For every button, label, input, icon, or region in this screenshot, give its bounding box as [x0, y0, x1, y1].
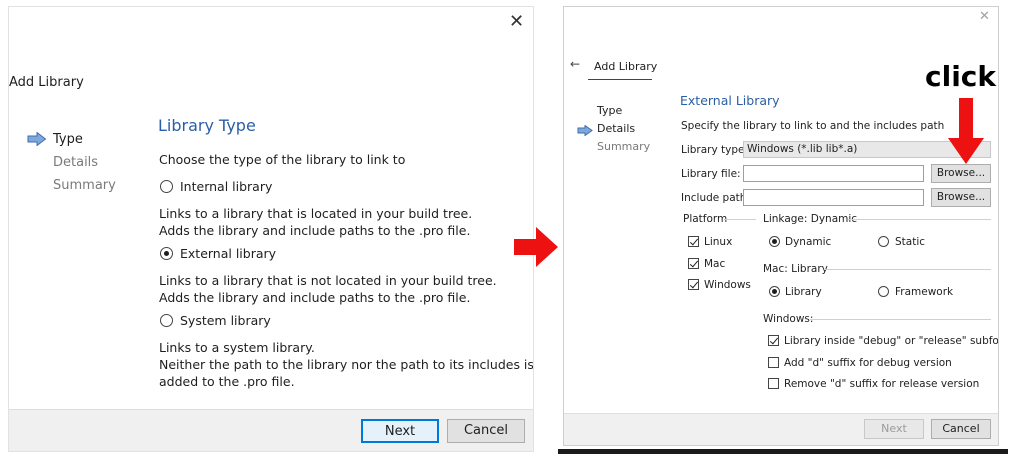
system-library-radio[interactable] — [160, 314, 173, 327]
next-button[interactable]: Next — [361, 419, 439, 443]
windows-group-label: Windows: — [763, 313, 814, 325]
cancel-button[interactable]: Cancel — [931, 419, 991, 439]
system-desc-line-1: Links to a system library. — [159, 340, 315, 355]
cancel-button[interactable]: Cancel — [447, 419, 525, 443]
platform-group-line — [724, 219, 756, 220]
title-underline — [588, 79, 652, 80]
system-library-label[interactable]: System library — [180, 313, 271, 328]
linkage-group-label: Linkage: Dynamic — [763, 213, 858, 225]
dialog-title: Add Library — [9, 75, 84, 90]
page-heading: Library Type — [158, 116, 256, 135]
mac-label[interactable]: Mac — [704, 258, 725, 270]
type-prompt: Choose the type of the library to link t… — [159, 152, 406, 167]
mac-checkbox[interactable] — [688, 258, 699, 269]
windows-group-line — [810, 319, 991, 320]
step-type: Type — [53, 132, 83, 147]
library-file-browse-button[interactable]: Browse... — [931, 164, 991, 183]
linkage-group-line — [848, 219, 991, 220]
step-details: Details — [597, 122, 636, 135]
transition-arrow-icon — [514, 227, 558, 267]
remove-d-suffix-checkbox[interactable] — [768, 378, 779, 389]
internal-library-radio[interactable] — [160, 180, 173, 193]
step-type: Type — [597, 104, 623, 117]
system-desc-line-2: Neither the path to the library nor the … — [159, 357, 534, 372]
windows-checkbox[interactable] — [688, 279, 699, 290]
linkage-dynamic-label[interactable]: Dynamic — [785, 236, 831, 248]
windows-label[interactable]: Windows — [704, 279, 751, 291]
linux-checkbox[interactable] — [688, 236, 699, 247]
library-file-label: Library file: — [681, 168, 741, 180]
external-library-radio[interactable] — [160, 247, 173, 260]
mac-library-label[interactable]: Library — [785, 286, 822, 298]
linkage-static-label[interactable]: Static — [895, 236, 925, 248]
linux-label[interactable]: Linux — [704, 236, 732, 248]
mac-framework-radio[interactable] — [878, 286, 889, 297]
details-prompt: Specify the library to link to and the i… — [681, 120, 945, 132]
back-arrow-icon[interactable]: ← — [570, 57, 580, 71]
mac-framework-label[interactable]: Framework — [895, 286, 953, 298]
next-button[interactable]: Next — [864, 419, 924, 439]
current-step-arrow-icon — [27, 132, 47, 146]
step-summary: Summary — [597, 140, 651, 153]
linkage-static-radio[interactable] — [878, 236, 889, 247]
system-desc-line-3: added to the .pro file. — [159, 374, 295, 389]
external-library-label[interactable]: External library — [180, 246, 276, 261]
step-details: Details — [53, 155, 99, 170]
remove-d-suffix-label[interactable]: Remove "d" suffix for release version — [784, 378, 979, 390]
mac-group-label: Mac: Library — [763, 263, 828, 275]
internal-library-label[interactable]: Internal library — [180, 179, 272, 194]
external-desc-line-1: Links to a library that is not located i… — [159, 273, 497, 288]
include-path-browse-button[interactable]: Browse... — [931, 188, 991, 207]
add-d-suffix-checkbox[interactable] — [768, 357, 779, 368]
platform-group-label: Platform — [683, 213, 728, 225]
page-heading: External Library — [680, 93, 780, 108]
add-library-dialog-type: ✕ Add Library Type Details Summary Libra… — [8, 6, 534, 452]
current-step-arrow-icon — [577, 125, 593, 136]
click-annotation-text: click — [925, 60, 997, 93]
include-path-label: Include path: — [681, 192, 750, 204]
library-file-input[interactable] — [743, 165, 924, 182]
include-path-input[interactable] — [743, 189, 924, 206]
close-icon[interactable]: ✕ — [509, 11, 524, 32]
step-summary: Summary — [53, 178, 116, 193]
click-annotation-arrow-icon — [948, 98, 984, 164]
linkage-dynamic-radio[interactable] — [769, 236, 780, 247]
internal-desc-line-2: Adds the library and include paths to th… — [159, 223, 471, 238]
add-d-suffix-label[interactable]: Add "d" suffix for debug version — [784, 357, 952, 369]
mac-library-radio[interactable] — [769, 286, 780, 297]
mac-group-line — [824, 269, 991, 270]
close-icon[interactable]: ✕ — [979, 9, 990, 24]
dialog-title: Add Library — [594, 60, 658, 73]
external-desc-line-2: Adds the library and include paths to th… — [159, 290, 471, 305]
debug-release-subfolder-checkbox[interactable] — [768, 335, 779, 346]
internal-desc-line-1: Links to a library that is located in yo… — [159, 206, 473, 221]
bottom-edge-line — [558, 449, 1008, 454]
debug-release-subfolder-label[interactable]: Library inside "debug" or "release" subf… — [784, 335, 998, 347]
library-type-label: Library type: — [681, 144, 749, 156]
